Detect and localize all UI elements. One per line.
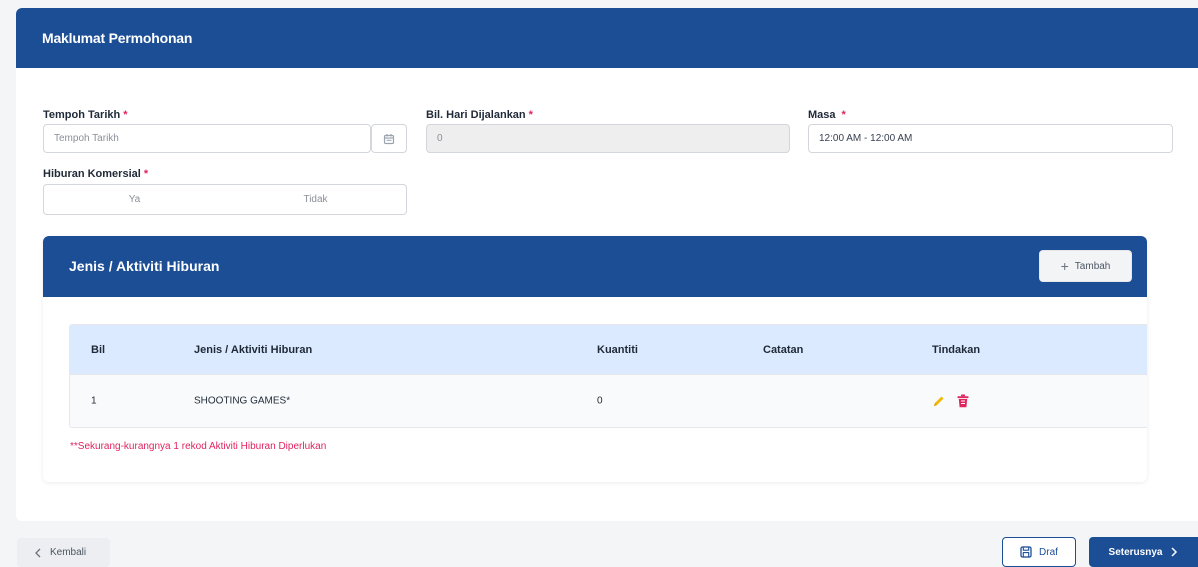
- chevron-right-icon: [1171, 547, 1178, 557]
- next-button[interactable]: Seterusnya: [1089, 537, 1198, 567]
- hiburan-komersial-toggle: Ya Tidak: [43, 184, 407, 215]
- activities-panel: Jenis / Aktiviti Hiburan + Tambah Bil Je…: [43, 236, 1147, 482]
- masa-value: 12:00 AM - 12:00 AM: [819, 133, 913, 144]
- option-ya[interactable]: Ya: [44, 185, 225, 214]
- next-label: Seterusnya: [1108, 546, 1163, 558]
- masa-input[interactable]: 12:00 AM - 12:00 AM: [808, 124, 1173, 153]
- add-activity-button[interactable]: + Tambah: [1039, 250, 1132, 282]
- tempoh-tarikh-label: Tempoh Tarikh *: [43, 109, 128, 121]
- section-title: Maklumat Permohonan: [42, 30, 193, 46]
- required-mark: *: [841, 109, 846, 121]
- chevron-left-icon: [35, 548, 41, 557]
- row-kuantiti: 0: [597, 395, 603, 407]
- activities-table: Bil Jenis / Aktiviti Hiburan Kuantiti Ca…: [69, 324, 1147, 428]
- required-note: **Sekurang-kurangnya 1 rekod Aktiviti Hi…: [70, 441, 327, 452]
- plus-icon: +: [1060, 258, 1069, 274]
- col-tindakan: Tindakan: [932, 343, 981, 356]
- save-icon: [1020, 546, 1032, 558]
- required-mark: *: [528, 109, 533, 121]
- section-header: Maklumat Permohonan: [16, 8, 1198, 68]
- row-actions: [932, 394, 969, 408]
- col-jenis: Jenis / Aktiviti Hiburan: [194, 343, 313, 356]
- calendar-icon: [383, 133, 395, 144]
- draft-label: Draf: [1039, 546, 1058, 558]
- masa-label: Masa *: [808, 109, 846, 121]
- activities-title: Jenis / Aktiviti Hiburan: [69, 258, 220, 274]
- col-bil: Bil: [91, 343, 106, 356]
- hiburan-komersial-label: Hiburan Komersial *: [43, 168, 149, 180]
- delete-trash-icon[interactable]: [957, 394, 969, 408]
- activities-header: Jenis / Aktiviti Hiburan + Tambah: [43, 236, 1147, 297]
- row-jenis: SHOOTING GAMES*: [194, 395, 291, 407]
- back-label: Kembali: [50, 547, 87, 558]
- bil-hari-input: 0: [426, 124, 790, 153]
- calendar-button[interactable]: [371, 124, 407, 153]
- option-tidak[interactable]: Tidak: [225, 185, 406, 214]
- required-mark: *: [123, 109, 128, 121]
- back-button[interactable]: Kembali: [17, 538, 110, 567]
- tempoh-tarikh-input[interactable]: Tempoh Tarikh: [43, 124, 371, 153]
- edit-pencil-icon[interactable]: [932, 395, 945, 408]
- application-details-card: Maklumat Permohonan Tempoh Tarikh * Tempo…: [16, 8, 1198, 521]
- table-row: 1 SHOOTING GAMES* 0: [70, 374, 1147, 427]
- add-activity-label: Tambah: [1074, 260, 1111, 272]
- col-kuantiti: Kuantiti: [597, 343, 638, 356]
- col-catatan: Catatan: [763, 343, 804, 356]
- table-header: Bil Jenis / Aktiviti Hiburan Kuantiti Ca…: [70, 325, 1147, 374]
- bil-hari-value: 0: [437, 133, 443, 144]
- required-mark: *: [143, 168, 149, 180]
- draft-button[interactable]: Draf: [1002, 537, 1076, 567]
- tempoh-tarikh-placeholder: Tempoh Tarikh: [54, 133, 119, 144]
- row-bil: 1: [91, 395, 97, 407]
- bil-hari-label: Bil. Hari Dijalankan *: [426, 109, 533, 121]
